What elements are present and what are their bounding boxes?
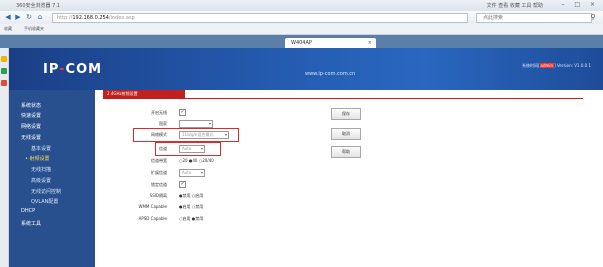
- address-bar[interactable]: http://192.168.0.254/index.asp: [52, 13, 468, 23]
- apsd-radios[interactable]: ○启用 ●禁用: [179, 216, 203, 222]
- ipcom-logo: IP-COM: [43, 62, 103, 77]
- app-icon[interactable]: [1, 80, 7, 86]
- chevron-down-icon: ▾: [200, 170, 203, 175]
- refresh-icon[interactable]: ↻: [25, 13, 33, 21]
- enable-label: 开启无线: [151, 110, 167, 115]
- ssid-isolation-radios[interactable]: ●禁用 ○启用: [179, 193, 203, 199]
- forward-icon[interactable]: ▶: [14, 13, 22, 21]
- address-path: /index.asp: [108, 15, 135, 21]
- save-button[interactable]: 保存: [331, 108, 361, 120]
- ext-channel-label: 扩展信道: [151, 170, 167, 175]
- browser-navbar: ◀ ▶ ↻ ⌂ http://192.168.0.254/index.asp 点…: [0, 11, 603, 25]
- main-content: 2.4GHz射频设置 开启无线 ✓ 国家 ▾ 网络模式 11b/g/n混合模式 ▾…: [95, 90, 603, 267]
- bookmark-item[interactable]: 收藏: [4, 26, 12, 32]
- country-select[interactable]: ▾: [179, 120, 213, 128]
- chevron-down-icon: ▾: [208, 121, 211, 126]
- chevron-down-icon: ▾: [224, 132, 227, 137]
- site-url: www.ip-com.com.cn: [305, 71, 356, 77]
- app-icon[interactable]: [1, 68, 7, 74]
- favorites-icon[interactable]: [1, 56, 7, 62]
- back-icon[interactable]: ◀: [4, 13, 12, 21]
- tab-bar: W404AP ×: [0, 35, 603, 48]
- lock-label: 锁定信道: [151, 182, 167, 187]
- browser-sidebar-strip: [0, 48, 9, 267]
- enable-checkbox[interactable]: ✓: [179, 109, 186, 116]
- window-controls[interactable]: – □ ×: [561, 1, 599, 8]
- sidebar-item-basic[interactable]: 基本设置: [31, 145, 51, 152]
- section-divider: [103, 98, 583, 99]
- wmm-label: WMM Capable: [138, 204, 167, 209]
- cancel-button[interactable]: 取消: [331, 128, 361, 140]
- ssid-isolation-label: SSID隔离: [149, 193, 167, 198]
- sidebar-item-status[interactable]: 系统状态: [21, 102, 41, 109]
- ext-channel-select[interactable]: Auto ▾: [179, 169, 205, 177]
- browser-menus[interactable]: 文件 查看 收藏 工具 帮助: [487, 2, 543, 9]
- channel-select[interactable]: Auto ▾: [179, 145, 205, 153]
- lock-checkbox[interactable]: ✓: [179, 181, 186, 188]
- sidebar-item-radio[interactable]: • 射频设置: [25, 155, 50, 162]
- country-label: 国家: [159, 121, 167, 126]
- sidebar-item-access-control[interactable]: 无线访问控制: [31, 188, 61, 195]
- address-host: 192.168.0.254: [72, 15, 109, 21]
- home-icon[interactable]: ⌂: [36, 13, 44, 21]
- mode-select[interactable]: 11b/g/n混合模式 ▾: [179, 131, 229, 139]
- bookmark-item[interactable]: 手机收藏夹: [24, 26, 44, 32]
- sidebar-item-advanced[interactable]: 高级设置: [31, 177, 51, 184]
- sidebar-item-network[interactable]: 网络设置: [21, 123, 41, 130]
- tab-label: W404AP: [291, 40, 312, 46]
- window-title: 360安全浏览器 7.1: [16, 3, 61, 9]
- bandwidth-radios[interactable]: ○20 ●40 ○20/40: [179, 158, 214, 163]
- channel-label: 信道: [159, 146, 167, 151]
- address-prefix: http://: [57, 15, 73, 21]
- mode-label: 网络模式: [151, 132, 167, 137]
- version-info: 系统时间[admin] Version: V1.0.0.1: [521, 63, 591, 68]
- search-input[interactable]: 点此搜索: [476, 13, 592, 23]
- router-banner: IP-COM www.ip-com.com.cn 系统时间[admin] Ver…: [9, 48, 603, 90]
- sidebar-item-dhcp[interactable]: DHCP: [21, 208, 35, 214]
- wmm-radios[interactable]: ●启用 ○禁用: [179, 204, 203, 210]
- sidebar-item-wireless[interactable]: 无线设置: [21, 134, 41, 141]
- sidebar-item-scan[interactable]: 无线扫描: [31, 166, 51, 173]
- bandwidth-label: 信道带宽: [151, 158, 167, 163]
- search-icon[interactable]: ⚲: [589, 13, 597, 21]
- tab-active[interactable]: W404AP ×: [285, 38, 376, 48]
- close-tab-icon[interactable]: ×: [368, 38, 372, 48]
- apsd-label: APSD Capable: [138, 216, 167, 221]
- chevron-down-icon: ▾: [200, 146, 203, 151]
- bookmarks-bar: 收藏 手机收藏夹: [0, 24, 603, 35]
- sidebar-item-qvlan[interactable]: QVLAN配置: [31, 198, 58, 205]
- sidebar-item-quick-setup[interactable]: 快速设置: [21, 112, 41, 119]
- router-sidebar: 系统状态 快速设置 网络设置 无线设置 基本设置 • 射频设置 无线扫描 高级设…: [9, 90, 95, 267]
- section-title: 2.4GHz射频设置: [103, 90, 185, 98]
- sidebar-item-tools[interactable]: 系统工具: [21, 220, 41, 227]
- help-button[interactable]: 帮助: [331, 146, 361, 158]
